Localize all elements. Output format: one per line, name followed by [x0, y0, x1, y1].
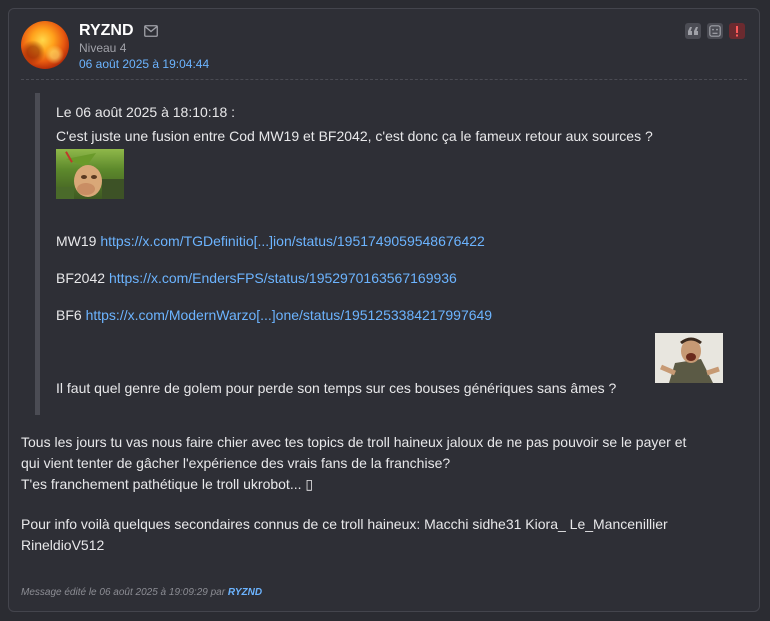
paragraph-2-line-1: Pour info voilà quelques secondaires con… [21, 516, 668, 532]
quote-bf6: BF6 https://x.com/ModernWarzo[...]one/st… [56, 307, 492, 323]
header-divider [21, 79, 747, 80]
quote-bf2042: BF2042 https://x.com/EndersFPS/status/19… [56, 270, 457, 286]
laughing-man-image[interactable] [655, 333, 723, 383]
report-icon[interactable] [729, 23, 745, 39]
mw19-label: MW19 [56, 233, 97, 249]
robin-hood-image[interactable] [56, 149, 124, 199]
post-paragraph-1: Tous les jours tu vas nous faire chier a… [21, 432, 686, 495]
post-actions [685, 23, 745, 39]
paragraph-1-line-2: qui vient tenter de gâcher l'expérience … [21, 455, 451, 471]
edit-notice-author[interactable]: RYZND [228, 587, 262, 598]
ignore-icon[interactable] [707, 23, 723, 39]
user-level: Niveau 4 [79, 41, 127, 55]
username[interactable]: RYZND [79, 22, 134, 40]
avatar[interactable] [21, 21, 69, 69]
edit-notice-text: Message édité le 06 août 2025 à 19:09:29… [21, 587, 226, 598]
quote-text: C'est juste une fusion entre Cod MW19 et… [56, 128, 653, 144]
paragraph-2-line-2: RineldioV512 [21, 537, 105, 553]
bf6-link[interactable]: https://x.com/ModernWarzo[...]one/status… [86, 307, 493, 323]
quote-mw19: MW19 https://x.com/TGDefinitio[...]ion/s… [56, 233, 485, 249]
forum-post: RYZND Niveau 4 06 août 2025 à 19:04:44 L… [8, 8, 760, 612]
bf6-label: BF6 [56, 307, 82, 323]
post-paragraph-2: Pour info voilà quelques secondaires con… [21, 514, 668, 556]
mail-icon[interactable] [144, 25, 158, 37]
post-date[interactable]: 06 août 2025 à 19:04:44 [79, 57, 209, 71]
quote-closing: Il faut quel genre de golem pour perde s… [56, 380, 617, 396]
quote-header: Le 06 août 2025 à 18:10:18 : [56, 104, 236, 120]
quote-block: Le 06 août 2025 à 18:10:18 : C'est juste… [35, 93, 735, 415]
paragraph-1-line-1: Tous les jours tu vas nous faire chier a… [21, 434, 687, 450]
paragraph-1-line-3: T'es franchement pathétique le troll ukr… [21, 476, 314, 492]
bf2042-link[interactable]: https://x.com/EndersFPS/status/195297016… [109, 270, 457, 286]
mw19-link[interactable]: https://x.com/TGDefinitio[...]ion/status… [100, 233, 484, 249]
bf2042-label: BF2042 [56, 270, 106, 286]
quote-icon[interactable] [685, 23, 701, 39]
edit-notice: Message édité le 06 août 2025 à 19:09:29… [21, 587, 262, 598]
